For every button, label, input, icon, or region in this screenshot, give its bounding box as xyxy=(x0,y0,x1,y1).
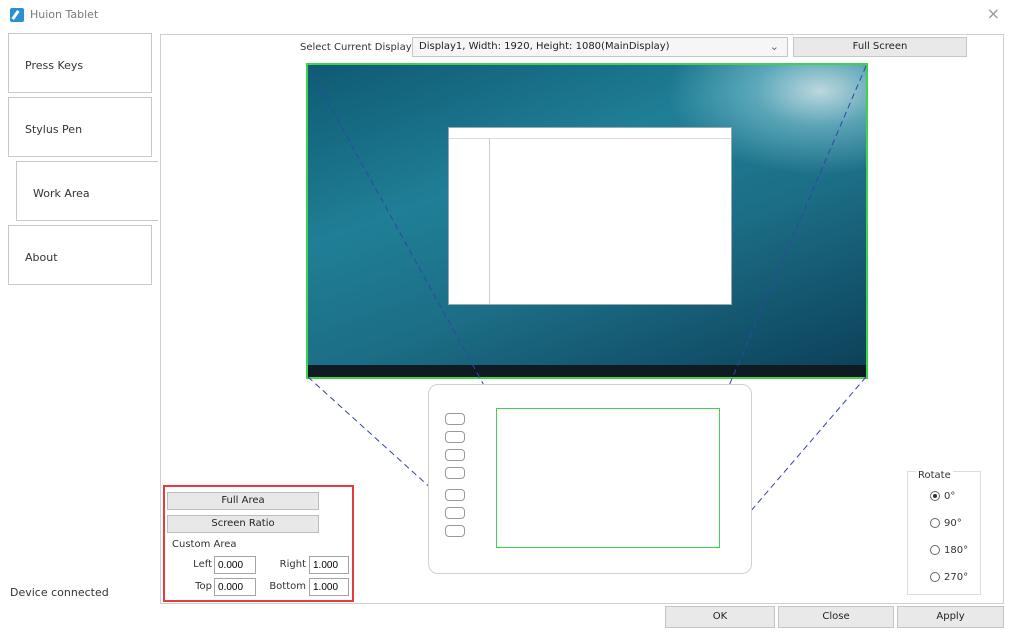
rotate-label: 180° xyxy=(944,545,969,556)
display-label: Select Current Display xyxy=(300,42,412,53)
display-select[interactable]: Display1, Width: 1920, Height: 1080(Main… xyxy=(412,37,788,57)
radio-icon xyxy=(930,545,940,555)
tablet-express-key xyxy=(445,413,465,425)
radio-icon xyxy=(930,518,940,528)
device-status: Device connected xyxy=(10,586,109,599)
mini-window-preview xyxy=(448,127,732,305)
title-bar: Huion Tablet × xyxy=(0,0,1012,30)
rotate-option-0[interactable]: 0° xyxy=(930,491,955,502)
apply-button[interactable]: Apply xyxy=(897,606,1004,628)
top-field[interactable] xyxy=(214,578,256,596)
chevron-down-icon: ⌄ xyxy=(769,40,779,53)
rotate-option-90[interactable]: 90° xyxy=(930,518,962,529)
radio-selected-icon xyxy=(930,491,940,501)
tablet-express-key xyxy=(445,449,465,461)
full-area-button[interactable]: Full Area xyxy=(167,492,319,510)
tab-work-area[interactable]: Work Area xyxy=(16,161,158,221)
tab-label: Press Keys xyxy=(25,59,84,72)
ok-button[interactable]: OK xyxy=(665,606,775,628)
close-icon[interactable]: × xyxy=(987,4,1000,23)
display-select-value: Display1, Width: 1920, Height: 1080(Main… xyxy=(419,41,670,52)
bottom-label: Bottom xyxy=(269,581,306,592)
tab-label: About xyxy=(25,251,58,264)
tab-label: Stylus Pen xyxy=(25,123,83,136)
app-logo-icon xyxy=(10,8,24,22)
rotate-label: 90° xyxy=(944,518,962,529)
mini-window-sidebar xyxy=(449,138,490,304)
work-area-rect[interactable] xyxy=(496,408,720,548)
left-field[interactable] xyxy=(214,556,256,574)
right-label: Right xyxy=(279,559,306,570)
tablet-express-key xyxy=(445,431,465,443)
tablet-express-key xyxy=(445,489,465,501)
tablet-express-key xyxy=(445,507,465,519)
rotate-option-270[interactable]: 270° xyxy=(930,572,968,583)
screen-ratio-button[interactable]: Screen Ratio xyxy=(167,515,319,533)
left-label: Left xyxy=(193,559,212,570)
top-label: Top xyxy=(195,581,212,592)
right-field[interactable] xyxy=(309,556,349,574)
bottom-field[interactable] xyxy=(309,578,349,596)
close-button[interactable]: Close xyxy=(778,606,894,628)
rotate-title: Rotate xyxy=(916,470,953,481)
screen-preview xyxy=(306,63,868,379)
radio-icon xyxy=(930,572,940,582)
tablet-express-key xyxy=(445,467,465,479)
taskbar-preview xyxy=(308,365,866,377)
full-screen-button[interactable]: Full Screen xyxy=(793,37,967,57)
tab-press-keys[interactable]: Press Keys xyxy=(8,33,152,93)
rotate-label: 0° xyxy=(944,491,956,502)
tablet-express-key xyxy=(445,525,465,537)
tab-label: Work Area xyxy=(33,187,90,200)
tab-stylus-pen[interactable]: Stylus Pen xyxy=(8,97,152,157)
custom-area-title: Custom Area xyxy=(172,539,237,550)
mini-window-titlebar xyxy=(449,128,731,139)
rotate-option-180[interactable]: 180° xyxy=(930,545,968,556)
window-title: Huion Tablet xyxy=(30,8,99,21)
rotate-label: 270° xyxy=(944,572,969,583)
tab-about[interactable]: About xyxy=(8,225,152,285)
